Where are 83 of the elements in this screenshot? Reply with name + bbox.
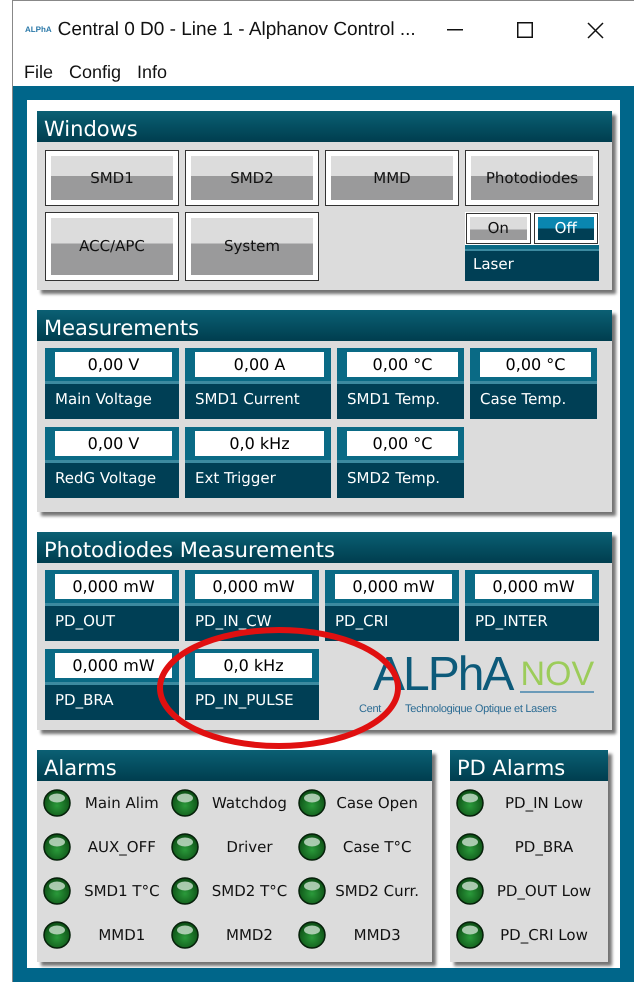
laser-toggle[interactable]: On: [466, 213, 530, 244]
alarm-label: MMD3: [352, 924, 402, 946]
status-led-icon: [43, 833, 71, 861]
status-led-icon: [170, 877, 199, 905]
status-led-icon: [456, 789, 484, 817]
menu-item[interactable]: Config: [64, 59, 126, 86]
status-led-icon: [170, 921, 199, 949]
alarm-label: PD_BRA: [514, 836, 574, 858]
alarm-label: MMD1: [97, 924, 146, 946]
panel-title: Photodiodes Measurements: [44, 540, 335, 563]
value-field: 0,00 V: [55, 352, 172, 377]
value-field: 0,000 mW: [55, 574, 172, 599]
close-icon: [586, 22, 604, 38]
value-field: 0,000 mW: [475, 574, 592, 599]
menu-item[interactable]: Info: [132, 59, 172, 86]
measurement-label: PD_IN_CW: [194, 611, 273, 632]
alarm-label: Case Open: [335, 792, 419, 814]
window-button[interactable]: MMD: [325, 150, 459, 206]
menu-item[interactable]: File: [19, 59, 58, 86]
alarm-label: PD_CRI Low: [499, 924, 589, 946]
status-led-icon: [170, 789, 199, 817]
alarm-label: PD_IN Low: [504, 792, 584, 814]
value-field: 0,00 °C: [347, 431, 458, 456]
measurement-label: SMD1 Temp.: [346, 389, 442, 410]
panel-title: Measurements: [44, 318, 200, 341]
value-field: 0,0 kHz: [195, 653, 312, 678]
alarm-label: AUX_OFF: [86, 836, 157, 858]
panel-title: Alarms: [44, 758, 117, 781]
logo-tagline: Technologique Optique et Lasers: [405, 702, 557, 718]
laser-toggle[interactable]: Off: [534, 213, 598, 244]
logo-suffix: NOV: [520, 657, 594, 694]
value-field: 0,000 mW: [335, 574, 452, 599]
alarm-label: Main Alim: [84, 792, 160, 814]
status-led-icon: [298, 789, 326, 817]
value-field: 0,00 °C: [347, 352, 458, 377]
status-led-icon: [43, 921, 71, 949]
measurement-label: RedG Voltage: [54, 468, 158, 489]
alarm-label: SMD2 T°C: [210, 880, 288, 902]
value-field: 0,000 mW: [195, 574, 312, 599]
status-led-icon: [298, 833, 326, 861]
logo-tagline: Cent: [359, 702, 382, 718]
status-led-icon: [456, 921, 484, 949]
measurement-label: SMD1 Current: [194, 389, 301, 410]
alarm-label: Case T°C: [342, 836, 412, 858]
value-field: 0,0 kHz: [195, 431, 324, 456]
window-button[interactable]: Photodiodes: [465, 150, 599, 206]
status-led-icon: [43, 877, 71, 905]
value-field: 0,00 A: [195, 352, 324, 377]
measurement-label: Main Voltage: [54, 389, 153, 410]
alarm-label: PD_OUT Low: [496, 880, 592, 902]
window-title: Central 0 D0 - Line 1 - Alphanov Control ...: [58, 18, 416, 42]
minimize-icon: [447, 29, 463, 31]
measurement-label: PD_CRI: [334, 611, 390, 632]
measurement-label: PD_INTER: [474, 611, 549, 632]
status-led-icon: [298, 877, 326, 905]
window-button[interactable]: SMD1: [45, 150, 179, 206]
value-field: 0,00 °C: [480, 352, 591, 377]
value-field: 0,000 mW: [55, 653, 172, 678]
alarm-label: MMD2: [225, 924, 274, 946]
app-icon: ALPhA: [25, 26, 52, 34]
window-button[interactable]: System: [185, 212, 319, 281]
alarm-label: SMD2 Curr.: [334, 880, 420, 902]
measurement-label: PD_IN_PULSE: [194, 690, 295, 711]
panel-title: Windows: [44, 119, 138, 142]
status-led-icon: [170, 833, 199, 861]
measurement-label: Ext Trigger: [194, 468, 277, 489]
status-led-icon: [43, 789, 71, 817]
measurement-label: PD_OUT: [54, 611, 116, 632]
measurement-label: Case Temp.: [479, 389, 568, 410]
alarm-label: Watchdog: [211, 792, 288, 814]
status-led-icon: [456, 833, 484, 861]
laser-label: Laser: [472, 254, 515, 275]
status-led-icon: [456, 877, 484, 905]
window-button[interactable]: ACC/APC: [45, 212, 179, 281]
status-led-icon: [298, 921, 326, 949]
panel-title: PD Alarms: [457, 758, 566, 781]
measurement-label: PD_BRA: [54, 690, 114, 711]
alarm-label: SMD1 T°C: [83, 880, 161, 902]
maximize-icon: [517, 22, 533, 38]
value-field: 0,00 V: [55, 431, 172, 456]
window-button[interactable]: SMD2: [185, 150, 319, 206]
alarm-label: Driver: [225, 836, 274, 858]
measurement-label: SMD2 Temp.: [346, 468, 442, 489]
